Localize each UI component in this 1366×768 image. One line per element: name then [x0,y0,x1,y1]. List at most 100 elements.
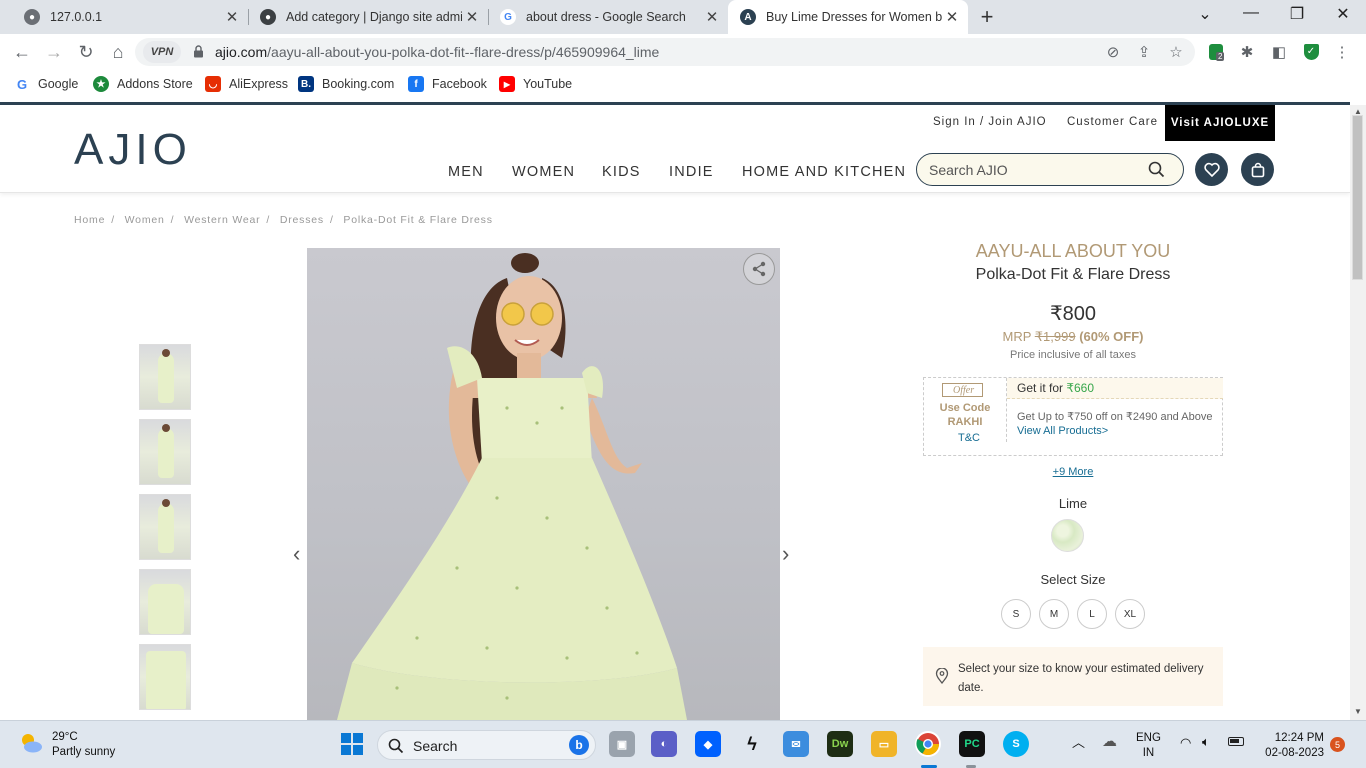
bookmark-booking[interactable]: B. Booking.com [298,76,394,92]
wifi-icon[interactable]: ◠ [1180,735,1191,750]
tab-search-icon[interactable]: ⌄ [1190,4,1220,24]
product-thumbnail[interactable] [139,419,191,485]
forward-icon[interactable]: → [42,40,66,64]
close-window-icon[interactable]: ✕ [1328,4,1358,24]
dreamweaver-icon[interactable]: Dw [827,731,853,757]
menu-home-and-kitchen[interactable]: HOME AND KITCHEN [742,164,906,180]
weather-widget[interactable]: 29°C Partly sunny [18,730,115,760]
sign-in-link[interactable]: Sign In / Join AJIO [933,116,1047,128]
close-tab-icon[interactable]: ✕ [942,8,962,26]
menu-women[interactable]: WOMEN [512,164,575,180]
blocked-content-icon[interactable]: ⊘ [1103,42,1123,62]
home-icon[interactable]: ⌂ [106,40,130,64]
bookmark-facebook[interactable]: f Facebook [408,76,487,92]
view-all-products-link[interactable]: View All Products> [1017,425,1108,437]
windows-start-icon[interactable] [339,731,365,757]
vpn-badge[interactable]: VPN [143,41,181,63]
product-thumbnail[interactable] [139,644,191,710]
close-tab-icon[interactable]: ✕ [462,8,482,26]
bing-icon[interactable]: b [569,735,589,755]
size-m-button[interactable]: M [1039,599,1069,629]
cart-button[interactable] [1241,153,1274,186]
product-main-image[interactable] [307,248,780,720]
share-page-icon[interactable]: ⇪ [1134,42,1154,62]
volume-icon[interactable]: 🔈︎ [1202,734,1210,749]
dropbox-icon[interactable]: ◆ [695,731,721,757]
browser-menu-icon[interactable]: ⋮ [1332,42,1352,62]
battery-icon[interactable] [1228,736,1244,751]
tab-title: 127.0.0.1 [50,10,103,24]
product-thumbnail[interactable] [139,344,191,410]
bookmark-star-icon[interactable]: ☆ [1166,42,1186,62]
clock[interactable]: 12:24 PM 02-08-2023 [1258,731,1324,761]
bookmark-aliexpress[interactable]: ◡ AliExpress [205,76,288,92]
new-tab-button[interactable]: + [975,4,999,30]
scroll-down-icon[interactable]: ▼ [1350,707,1366,716]
booking-icon: B. [298,76,314,92]
size-xl-button[interactable]: XL [1115,599,1145,629]
browser-tab-ajio-active[interactable]: A Buy Lime Dresses for Women by ✕ [728,0,968,34]
region-code: IN [1142,747,1155,759]
breadcrumb-home[interactable]: Home [74,214,105,226]
restore-window-icon[interactable]: ❐ [1282,4,1312,24]
bookmark-google[interactable]: G Google [14,76,78,92]
product-thumbnail[interactable] [139,569,191,635]
page-scrollbar[interactable]: ▲ ▼ [1350,105,1366,720]
size-s-button[interactable]: S [1001,599,1031,629]
extension-shield-icon[interactable]: 2 [1206,42,1226,62]
close-tab-icon[interactable]: ✕ [702,8,722,26]
search-input[interactable] [929,160,1139,180]
reload-icon[interactable]: ↻ [74,40,98,64]
notification-badge[interactable]: 5 [1330,737,1345,752]
product-thumbnail[interactable] [139,494,191,560]
mail-icon[interactable]: ✉ [783,731,809,757]
product-price: ₹800 [1049,303,1097,325]
terms-link[interactable]: T&C [924,432,1014,444]
more-offers-link[interactable]: +9 More [923,466,1223,478]
previous-image-icon[interactable]: ‹ [293,541,300,567]
onedrive-cloud-icon[interactable]: ☁ [1102,734,1117,749]
breadcrumb-women[interactable]: Women [125,214,165,226]
visit-ajioluxe-button[interactable]: Visit AJIOLUXE [1165,105,1275,141]
language-indicator[interactable]: ENG IN [1136,731,1161,761]
breadcrumb-dresses[interactable]: Dresses [280,214,324,226]
scrollbar-thumb[interactable] [1352,115,1363,280]
extensions-puzzle-icon[interactable]: ✱ [1237,42,1257,62]
size-l-button[interactable]: L [1077,599,1107,629]
show-hidden-icons[interactable]: ︿ [1072,735,1085,750]
minimize-window-icon[interactable]: — [1236,4,1266,22]
task-view-icon[interactable]: ▣ [609,731,635,757]
breadcrumb-western-wear[interactable]: Western Wear [184,214,260,226]
pycharm-icon[interactable]: PC [959,731,985,757]
offer-code-block: Use Code RAKHI [924,401,1006,429]
browser-tab-localhost[interactable]: ● 127.0.0.1 ✕ [12,0,248,34]
file-explorer-icon[interactable]: ▭ [871,731,897,757]
browser-tab-django[interactable]: ● Add category | Django site admin ✕ [248,0,488,34]
next-image-icon[interactable]: › [782,541,789,567]
menu-indie[interactable]: INDIE [669,164,714,180]
url-text[interactable]: ajio.com/aayu-all-about-you-polka-dot-fi… [215,44,659,60]
search-icon[interactable] [1148,161,1165,178]
bookmark-youtube[interactable]: ▶ YouTube [499,76,572,92]
menu-men[interactable]: MEN [448,164,484,180]
menu-kids[interactable]: KIDS [602,164,641,180]
breadcrumb-separator: / [170,214,175,226]
taskbar-search-box[interactable]: Search b [377,730,596,760]
skype-icon[interactable]: S [1003,731,1029,757]
lock-icon[interactable] [193,45,204,58]
product-brand[interactable]: AAYU-ALL ABOUT YOU [923,241,1223,262]
share-button[interactable] [743,253,775,285]
ajio-logo[interactable]: AJIO [74,125,192,175]
teams-chat-icon[interactable]: ◐ [651,731,677,757]
profile-shield-icon[interactable]: ✓ [1301,42,1321,62]
close-tab-icon[interactable]: ✕ [222,8,242,26]
back-icon[interactable]: ← [10,40,34,64]
bookmark-addons-store[interactable]: ★ Addons Store [93,76,193,92]
browser-tab-google-search[interactable]: G about dress - Google Search ✕ [488,0,728,34]
color-swatch-lime[interactable] [1051,519,1084,552]
side-panel-icon[interactable]: ◧ [1269,42,1289,62]
chrome-icon[interactable] [915,731,941,757]
wishlist-button[interactable] [1195,153,1228,186]
customer-care-link[interactable]: Customer Care [1067,116,1158,128]
lightning-app-icon[interactable]: ϟ [739,731,765,757]
